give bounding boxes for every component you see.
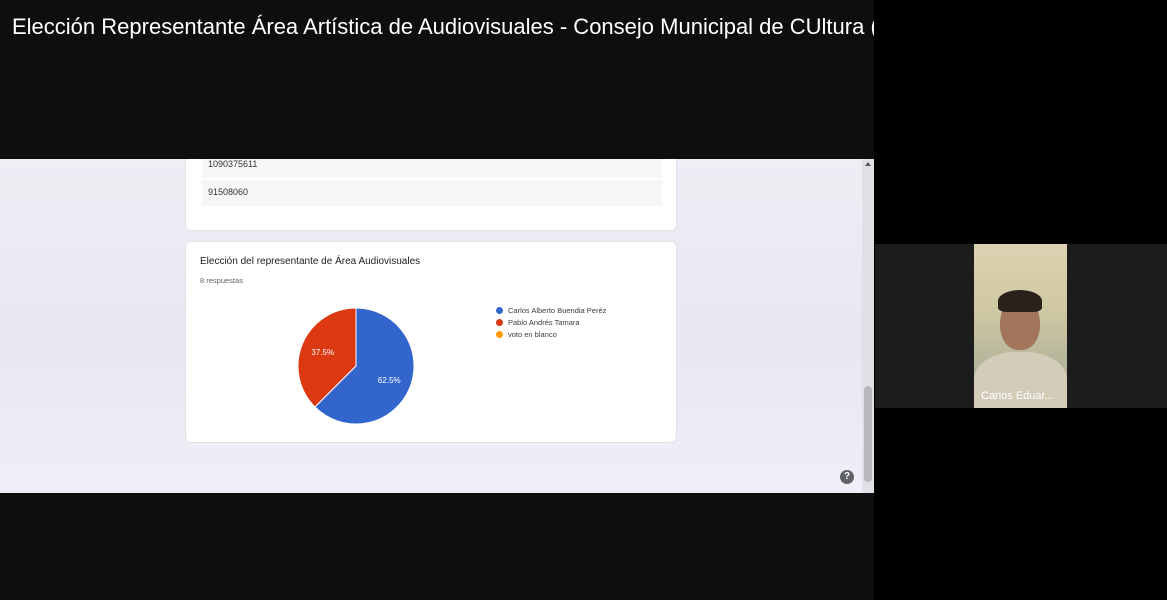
- question-title: Elección del representante de Área Audio…: [200, 256, 421, 267]
- participant-video: [974, 244, 1067, 408]
- question-card: Elección del representante de Área Audio…: [185, 241, 677, 443]
- response-row: 1090375611: [202, 159, 662, 178]
- pie-chart: 37.5% 62.5%: [297, 307, 415, 425]
- pie-slice-label: 37.5%: [311, 348, 334, 357]
- legend-dot-icon: [496, 306, 503, 314]
- participant-tile[interactable]: Carlos Eduar...: [875, 244, 1167, 408]
- legend-item: Carlos Alberto Buendia Peréz: [496, 304, 606, 316]
- participant-name: Carlos Eduar...: [981, 390, 1054, 402]
- responses-card: 1090375611 91508060: [185, 159, 677, 231]
- chevron-up-icon[interactable]: [865, 162, 871, 166]
- legend-label: Pablo Andrés Tamara: [508, 317, 580, 327]
- participant-hair: [998, 290, 1042, 312]
- pie-slice-label: 62.5%: [378, 376, 401, 385]
- response-row: 91508060: [202, 180, 662, 206]
- legend-item: Pablo Andrés Tamara: [496, 316, 606, 328]
- scrollbar[interactable]: [862, 159, 874, 493]
- legend-dot-icon: [496, 318, 503, 326]
- help-icon[interactable]: ?: [840, 470, 854, 484]
- legend-label: voto en blanco: [508, 329, 557, 339]
- legend-label: Carlos Alberto Buendia Peréz: [508, 305, 607, 315]
- chart-legend: Carlos Alberto Buendia Peréz Pablo Andrés…: [496, 304, 606, 340]
- legend-item: voto en blanco: [496, 328, 606, 340]
- shared-screen: 1090375611 91508060 Elección del represe…: [0, 159, 874, 493]
- scrollbar-thumb[interactable]: [864, 386, 872, 482]
- legend-dot-icon: [496, 330, 503, 338]
- response-count: 8 respuestas: [200, 276, 243, 285]
